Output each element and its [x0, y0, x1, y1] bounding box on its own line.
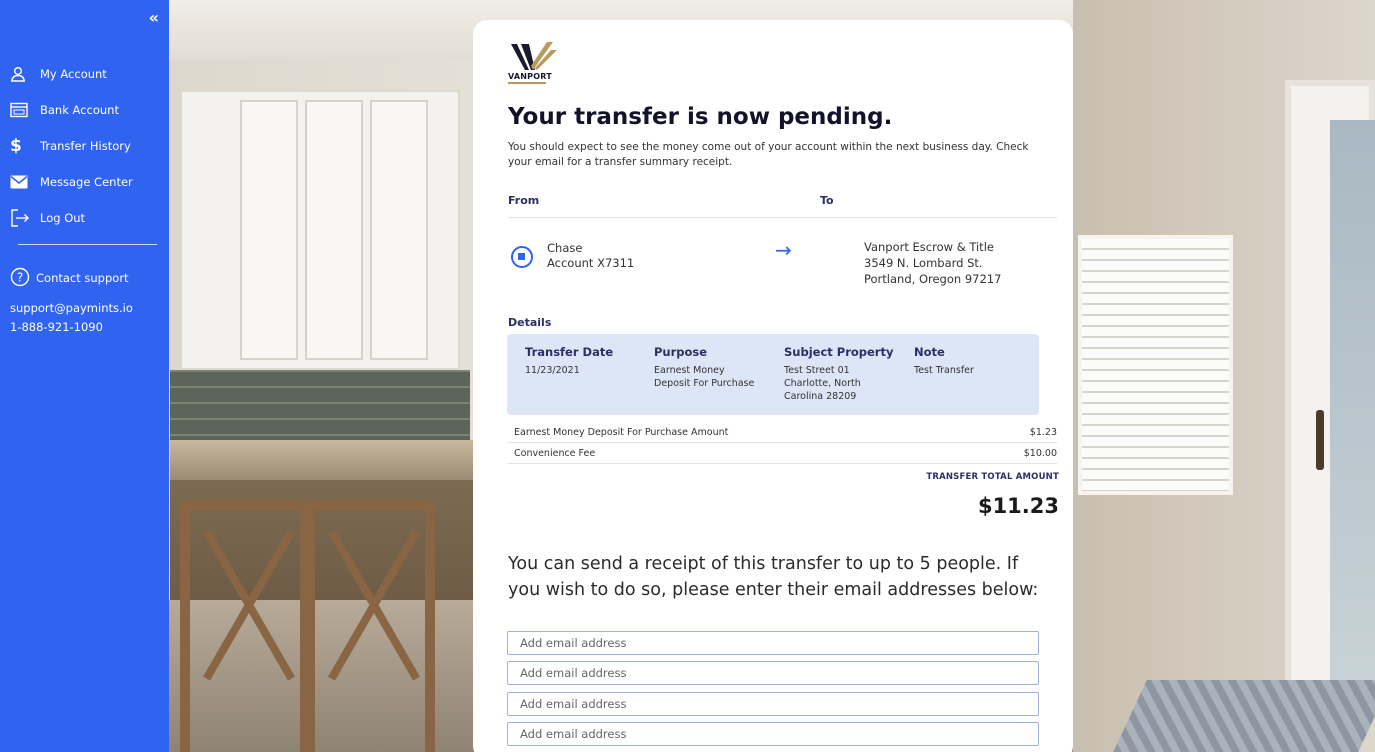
background-shutter: [1078, 235, 1233, 495]
fee-amount: $10.00: [1023, 448, 1057, 459]
fee-amount: $1.23: [1029, 427, 1057, 438]
fee-row: Earnest Money Deposit For Purchase Amoun…: [508, 423, 1057, 443]
detail-value: Charlotte, North: [784, 378, 861, 389]
dollar-icon: $: [10, 136, 22, 156]
detail-heading: Note: [914, 345, 945, 359]
recipient-address-line2: Portland, Oregon 97217: [864, 272, 1002, 286]
background-cabinet-door: [370, 100, 428, 360]
sidebar-item-label: Log Out: [40, 211, 86, 225]
logout-icon: [10, 208, 36, 228]
support-phone[interactable]: 1-888-921-1090: [10, 318, 165, 337]
support-section: ? Contact support support@paymints.io 1-…: [10, 266, 165, 337]
sidebar-item-my-account[interactable]: My Account: [10, 56, 160, 92]
page-subtitle: You should expect to see the money come …: [508, 141, 1029, 168]
transfer-confirmation-card: VANPORT Your transfer is now pending. Yo…: [473, 20, 1073, 752]
sidebar-item-message-center[interactable]: Message Center: [10, 164, 160, 200]
fee-label: Convenience Fee: [514, 448, 596, 459]
from-bank-name: Chase: [547, 241, 583, 255]
support-email[interactable]: support@paymints.io: [10, 299, 165, 318]
email-input-3[interactable]: [507, 692, 1039, 716]
bank-icon: [10, 100, 36, 120]
fee-label: Earnest Money Deposit For Purchase Amoun…: [514, 427, 729, 438]
detail-value: Deposit For Purchase: [654, 378, 755, 389]
email-input-4[interactable]: [507, 722, 1039, 746]
total-amount: $11.23: [977, 494, 1059, 518]
from-account-number: Account X7311: [547, 256, 635, 270]
background-chair: [305, 500, 435, 752]
help-icon: ?: [10, 267, 36, 290]
background-chair: [180, 500, 310, 752]
recipient-address-line1: 3549 N. Lombard St.: [864, 256, 983, 270]
recipient-name: Vanport Escrow & Title: [864, 240, 994, 254]
details-panel: Transfer Date 11/23/2021 Purpose Earnest…: [507, 334, 1039, 415]
detail-value: Test Transfer: [914, 365, 974, 376]
detail-heading: Subject Property: [784, 345, 894, 359]
to-recipient: Vanport Escrow & Title 3549 N. Lombard S…: [864, 239, 1044, 287]
sidebar-item-label: Bank Account: [40, 103, 119, 117]
sidebar-item-bank-account[interactable]: Bank Account: [10, 92, 160, 128]
svg-text:?: ?: [17, 270, 23, 284]
detail-value: Test Street 01: [784, 365, 850, 376]
detail-subject-property: Subject Property Test Street 01 Charlott…: [784, 345, 893, 403]
background-door-glass: [1330, 120, 1375, 700]
detail-purpose: Purpose Earnest Money Deposit For Purcha…: [654, 345, 754, 390]
sidebar-divider: [18, 244, 157, 245]
detail-heading: Transfer Date: [525, 345, 614, 359]
background-door-handle: [1316, 410, 1324, 470]
collapse-sidebar-button[interactable]: «: [149, 8, 159, 27]
logo-text: VANPORT: [508, 72, 552, 81]
sidebar-item-transfer-history[interactable]: $ Transfer History: [10, 128, 160, 164]
envelope-icon: [10, 172, 36, 192]
total-label: TRANSFER TOTAL AMOUNT: [926, 472, 1059, 482]
sidebar-item-label: My Account: [40, 67, 107, 81]
detail-heading: Purpose: [654, 345, 708, 359]
detail-transfer-date: Transfer Date 11/23/2021: [525, 345, 613, 377]
email-input-1[interactable]: [507, 631, 1039, 655]
user-icon: [10, 64, 36, 84]
detail-value: Carolina 28209: [784, 391, 857, 402]
from-label: From: [508, 194, 540, 207]
page-title: Your transfer is now pending.: [508, 104, 893, 130]
sidebar-item-log-out[interactable]: Log Out: [10, 200, 160, 236]
receipt-instructions: You can send a receipt of this transfer …: [508, 554, 1039, 600]
details-label: Details: [508, 316, 552, 329]
detail-note: Note Test Transfer: [914, 345, 974, 377]
contact-support-label: Contact support: [36, 271, 129, 285]
background-backsplash: [170, 370, 470, 450]
contact-support-link[interactable]: ? Contact support: [10, 266, 165, 290]
background-counter: [170, 440, 475, 480]
chase-bank-icon: [511, 246, 533, 268]
background-rug: [1113, 680, 1375, 752]
detail-value: Earnest Money: [654, 365, 725, 376]
detail-value: 11/23/2021: [525, 365, 580, 376]
sidebar-item-label: Transfer History: [40, 139, 131, 153]
fee-row: Convenience Fee $10.00: [508, 444, 1057, 464]
sidebar: « My Account Bank Account $ Transfer His…: [0, 0, 169, 752]
sidebar-item-label: Message Center: [40, 175, 133, 189]
sidebar-nav: My Account Bank Account $ Transfer Histo…: [10, 56, 160, 236]
from-to-header: From To: [508, 194, 1057, 218]
to-label: To: [820, 194, 834, 207]
background-cabinet-door: [305, 100, 363, 360]
email-input-2[interactable]: [507, 661, 1039, 685]
background-cabinet-door: [240, 100, 298, 360]
arrow-right-icon: →: [775, 238, 792, 262]
logo-underline: [508, 82, 546, 84]
